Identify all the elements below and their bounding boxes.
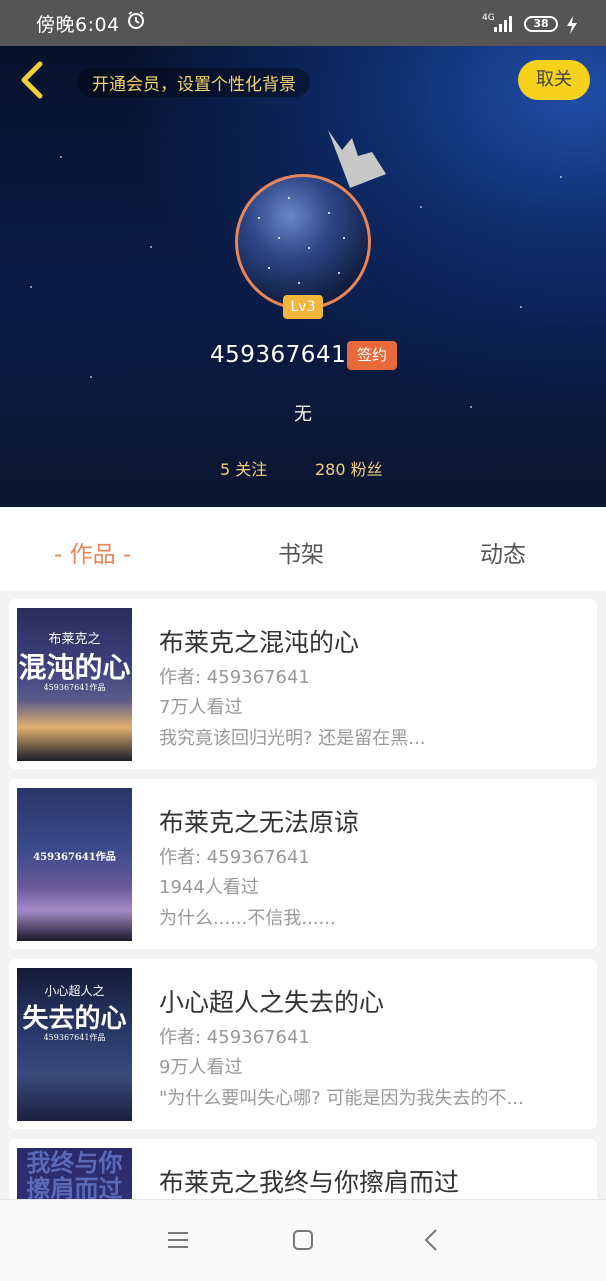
- home-icon[interactable]: [292, 1229, 314, 1251]
- book-card[interactable]: 我终与你擦肩而过 布莱克之我终与你擦肩而过: [9, 1139, 597, 1199]
- menu-icon[interactable]: [166, 1230, 190, 1250]
- book-title: 布莱克之无法原谅: [159, 808, 360, 837]
- book-description: "为什么要叫失心哪? 可能是因为我失去的不...: [159, 1088, 524, 1109]
- book-title: 布莱克之我终与你擦肩而过: [159, 1168, 460, 1197]
- tab-bookshelf[interactable]: 书架: [278, 535, 324, 569]
- unfollow-button[interactable]: 取关: [518, 60, 590, 100]
- level-badge: Lv3: [283, 295, 323, 319]
- avatar-image: [235, 174, 371, 310]
- status-bar: 傍晚6:04 4G 38: [0, 0, 606, 46]
- status-time: 傍晚6:04: [36, 14, 120, 36]
- profile-header: 开通会员，设置个性化背景 取关 Lv3 459367641 签约 无 5 关注 …: [0, 46, 606, 507]
- back-nav-icon[interactable]: [422, 1228, 440, 1252]
- back-arrow-icon[interactable]: [14, 58, 54, 102]
- book-author: 作者: 459367641: [159, 667, 310, 688]
- book-cover: 小心超人之 失去的心 459367641作品: [17, 968, 132, 1121]
- system-nav-bar: [0, 1199, 606, 1281]
- alarm-icon: [128, 11, 144, 29]
- bio: 无: [294, 404, 312, 425]
- book-description: 我究竟该回归光明? 还是留在黑...: [159, 728, 426, 749]
- book-title: 小心超人之失去的心: [159, 988, 385, 1017]
- tab-works[interactable]: - 作品 -: [54, 535, 131, 569]
- book-views: 7万人看过: [159, 697, 243, 718]
- book-title: 布莱克之混沌的心: [159, 628, 360, 657]
- fans-count[interactable]: 280 粉丝: [315, 456, 383, 480]
- signal-icon: [494, 16, 512, 32]
- book-card[interactable]: 459367641作品 布莱克之无法原谅 作者: 459367641 1944人…: [9, 779, 597, 949]
- book-card[interactable]: 小心超人之 失去的心 459367641作品 小心超人之失去的心 作者: 459…: [9, 959, 597, 1129]
- book-cover: 我终与你擦肩而过: [17, 1148, 132, 1199]
- tab-feed[interactable]: 动态: [480, 535, 526, 569]
- following-count[interactable]: 5 关注: [220, 456, 267, 480]
- crown-icon: [328, 130, 386, 188]
- profile-tabs: - 作品 - 书架 动态: [0, 507, 606, 591]
- book-cover: 布莱克之 混沌的心 459367641作品: [17, 608, 132, 761]
- vip-promo-link[interactable]: 开通会员，设置个性化背景: [78, 68, 310, 97]
- book-cover: 459367641作品: [17, 788, 132, 941]
- avatar[interactable]: [235, 174, 371, 310]
- book-list: 布莱克之 混沌的心 459367641作品 布莱克之混沌的心 作者: 45936…: [0, 591, 606, 1199]
- signed-badge: 签约: [347, 341, 397, 370]
- book-card[interactable]: 布莱克之 混沌的心 459367641作品 布莱克之混沌的心 作者: 45936…: [9, 599, 597, 769]
- book-views: 9万人看过: [159, 1057, 243, 1078]
- book-description: 为什么......不信我......: [159, 908, 336, 929]
- username: 459367641: [210, 342, 347, 368]
- book-author: 作者: 459367641: [159, 847, 310, 868]
- book-views: 1944人看过: [159, 877, 259, 898]
- battery-indicator: 38: [524, 16, 558, 32]
- charging-icon: [567, 16, 577, 34]
- book-author: 作者: 459367641: [159, 1027, 310, 1048]
